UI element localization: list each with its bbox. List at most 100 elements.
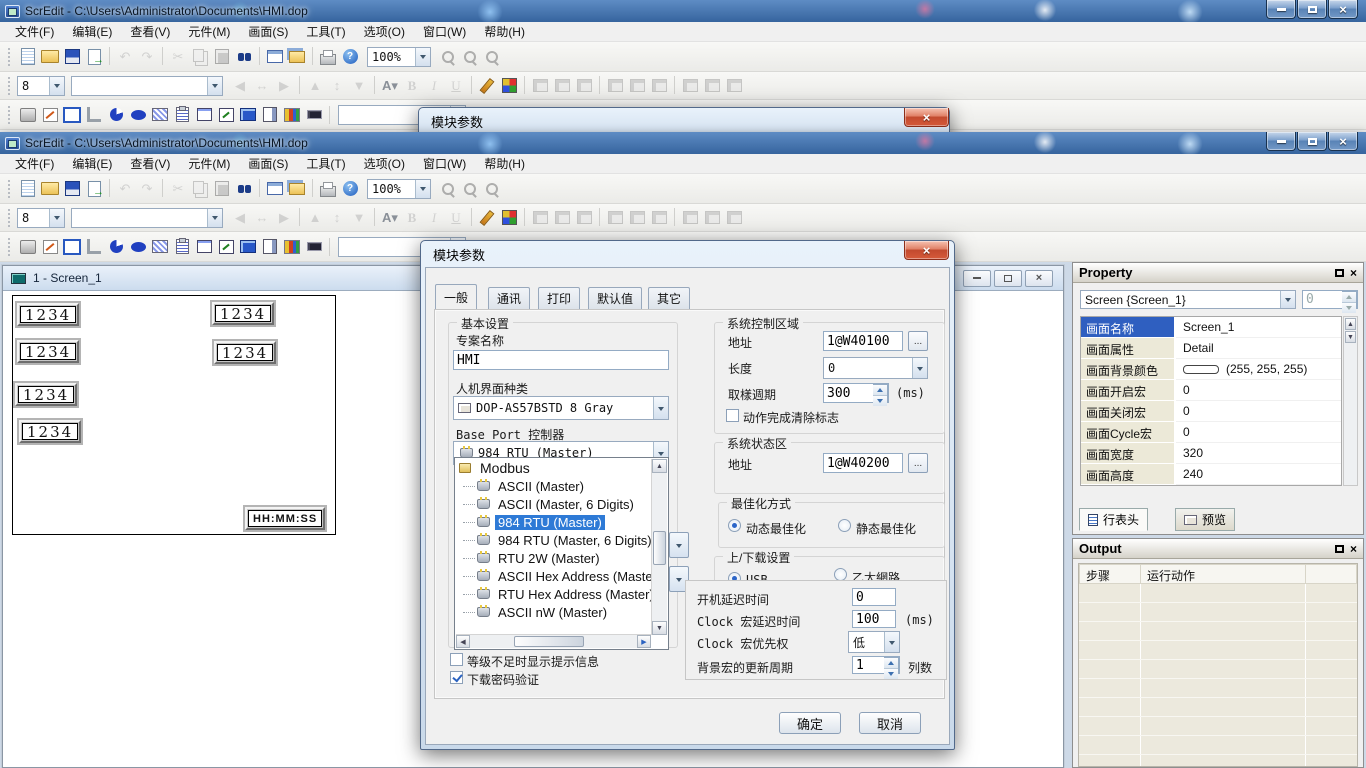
menu-options[interactable]: 选项(O) (355, 21, 414, 42)
menu-screen[interactable]: 画面(S) (239, 21, 297, 42)
make-same-width-icon[interactable] (552, 208, 572, 228)
property-row[interactable]: 画面属性 Detail (1081, 338, 1341, 359)
property-label[interactable]: 画面宽度 (1081, 443, 1176, 464)
scroll-left-icon[interactable]: ◀ (456, 635, 470, 648)
zoom-select-icon[interactable] (482, 47, 502, 67)
help-icon[interactable] (340, 47, 360, 67)
window-element-icon[interactable] (194, 105, 214, 125)
property-label[interactable]: 画面开启宏 (1081, 380, 1176, 401)
text-style-combo[interactable] (71, 76, 223, 96)
property-value[interactable]: 0 (1176, 401, 1341, 422)
bold-icon[interactable]: B (402, 208, 422, 228)
column-step[interactable]: 步骤 (1079, 564, 1141, 584)
property-label[interactable]: 画面Cycle宏 (1081, 422, 1176, 443)
align-top-icon[interactable]: ▲ (305, 208, 325, 228)
save-icon[interactable] (62, 179, 82, 199)
sample-period-input[interactable]: 300 (823, 383, 889, 403)
align-left-icon[interactable]: ◀ (230, 208, 250, 228)
spinner-buttons[interactable] (884, 657, 899, 673)
underline-icon[interactable]: U (446, 208, 466, 228)
numeric-display-element[interactable]: 1234 (17, 418, 83, 445)
zoom-level-combo[interactable]: 100% (367, 179, 431, 199)
italic-icon[interactable]: I (424, 208, 444, 228)
cut-icon[interactable]: ✂ (168, 47, 188, 67)
menu-tools[interactable]: 工具(T) (297, 21, 354, 42)
font-color-icon[interactable]: A▾ (380, 76, 400, 96)
minimize-button[interactable] (1266, 0, 1296, 19)
palette-icon[interactable] (499, 208, 519, 228)
property-value[interactable]: Detail (1176, 338, 1341, 359)
cut-icon[interactable]: ✂ (168, 179, 188, 199)
ungroup-icon[interactable] (627, 208, 647, 228)
dynamic-optimize-radio[interactable] (728, 519, 741, 532)
window-element-icon[interactable] (194, 237, 214, 257)
send-back-icon[interactable] (702, 76, 722, 96)
dropdown-arrow-icon[interactable] (415, 48, 430, 66)
tree-item[interactable]: RTU Hex Address (Master) (456, 585, 651, 603)
menu-window[interactable]: 窗口(W) (414, 21, 475, 42)
minimize-button[interactable] (1266, 132, 1296, 151)
zoom-out-icon[interactable] (460, 47, 480, 67)
undo-icon[interactable]: ↶ (115, 47, 135, 67)
scroll-thumb[interactable] (653, 531, 666, 565)
tree-vertical-scrollbar[interactable]: ▲ ▼ (651, 459, 667, 635)
tab-defaults[interactable]: 默认值 (588, 287, 642, 309)
save-icon[interactable] (62, 47, 82, 67)
list-element-icon[interactable] (172, 105, 192, 125)
project-name-input[interactable]: HMI (453, 350, 669, 370)
make-same-size-icon[interactable] (530, 208, 550, 228)
property-value[interactable]: 0 (1176, 380, 1341, 401)
property-row[interactable]: 画面名称 Screen_1 (1081, 317, 1341, 338)
group-icon[interactable] (605, 76, 625, 96)
paste-icon[interactable] (212, 179, 232, 199)
input-element-icon[interactable] (216, 105, 236, 125)
tree-item[interactable]: ASCII (Master, 6 Digits) (456, 495, 651, 513)
keypad-element-icon[interactable] (304, 105, 324, 125)
clock-display-element[interactable]: HH:MM:SS (243, 505, 327, 532)
design-canvas[interactable]: 1234 1234 1234 1234 1234 1234 (12, 295, 336, 535)
numeric-display-element[interactable]: 1234 (212, 339, 278, 366)
new-screen-icon[interactable] (265, 47, 285, 67)
dropdown-arrow-icon[interactable] (49, 77, 64, 95)
dropdown-arrow-icon[interactable] (49, 209, 64, 227)
input-element-icon[interactable] (216, 237, 236, 257)
undo-icon[interactable]: ↶ (115, 179, 135, 199)
send-back-icon[interactable] (702, 208, 722, 228)
keypad-element-icon[interactable] (304, 237, 324, 257)
chart-element-icon[interactable] (282, 237, 302, 257)
tree-item[interactable]: 984 RTU (Master, 6 Digits) (456, 531, 651, 549)
make-same-width-icon[interactable] (552, 76, 572, 96)
property-value[interactable]: (255, 255, 255) (1176, 359, 1341, 380)
float-panel-icon[interactable] (1335, 269, 1344, 277)
dropdown-arrow-icon[interactable] (884, 632, 899, 652)
ellipse-element-icon[interactable] (128, 105, 148, 125)
spinner-buttons[interactable] (873, 384, 888, 402)
display-element-icon[interactable] (238, 237, 258, 257)
float-panel-icon[interactable] (1335, 545, 1344, 553)
scroll-right-icon[interactable]: ▶ (637, 635, 651, 648)
scale-element-icon[interactable] (84, 237, 104, 257)
property-label[interactable]: 画面关闭宏 (1081, 401, 1176, 422)
bring-front-icon[interactable] (680, 76, 700, 96)
menu-element[interactable]: 元件(M) (179, 153, 239, 174)
property-row[interactable]: 画面关闭宏 0 (1081, 401, 1341, 422)
align-right-icon[interactable]: ▶ (274, 208, 294, 228)
close-button[interactable]: × (1025, 270, 1053, 287)
copy-icon[interactable] (190, 47, 210, 67)
state-address-input[interactable]: 1@W40200 (823, 453, 903, 473)
property-row[interactable]: 画面开启宏 0 (1081, 380, 1341, 401)
control-address-input[interactable]: 1@W40100 (823, 331, 903, 351)
tree-item[interactable]: ASCII (Master) (456, 477, 651, 495)
palette-icon[interactable] (499, 76, 519, 96)
length-combo[interactable]: 0 (823, 357, 928, 379)
align-bottom-icon[interactable]: ▼ (349, 208, 369, 228)
dropdown-arrow-icon[interactable] (1280, 291, 1295, 308)
align-bottom-icon[interactable]: ▼ (349, 76, 369, 96)
property-label[interactable]: 画面属性 (1081, 338, 1176, 359)
menu-file[interactable]: 文件(F) (6, 153, 63, 174)
scale-element-icon[interactable] (84, 105, 104, 125)
maximize-button[interactable] (1297, 0, 1327, 19)
zoom-out-icon[interactable] (460, 179, 480, 199)
property-object-combo[interactable]: Screen {Screen_1} (1080, 290, 1296, 309)
print-icon[interactable] (318, 47, 338, 67)
